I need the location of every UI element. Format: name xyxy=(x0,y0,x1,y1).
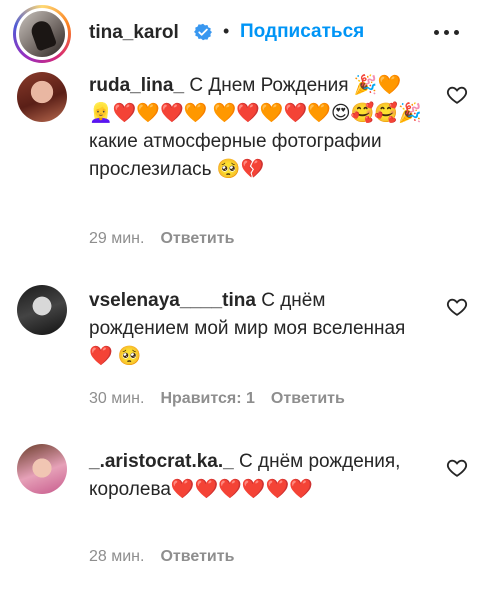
likes-count-button[interactable]: Нравится: 1 xyxy=(160,390,254,407)
commenter-avatar[interactable] xyxy=(17,285,67,335)
comment-body: ruda_lina_ С Днем Рождения 🎉🧡👱‍♀️❤️🧡❤️🧡 … xyxy=(89,72,424,184)
comment-time: 30 мин. xyxy=(89,390,145,407)
commenter-avatar[interactable] xyxy=(17,444,67,494)
comment-meta: 28 мин. Ответить xyxy=(89,548,250,566)
comment-author[interactable]: ruda_lina_ xyxy=(89,75,184,96)
comment-meta: 29 мин. Ответить xyxy=(89,230,250,248)
comment-body: _.aristocrat.ka._ С днём рождения, корол… xyxy=(89,448,424,504)
comment-author[interactable]: _.aristocrat.ka._ xyxy=(89,451,234,472)
follow-button[interactable]: Подписаться xyxy=(240,21,364,43)
commenter-avatar[interactable] xyxy=(17,72,67,122)
more-options-icon[interactable] xyxy=(431,26,461,40)
profile-photo xyxy=(16,8,68,60)
reply-button[interactable]: Ответить xyxy=(160,548,234,565)
reply-button[interactable]: Ответить xyxy=(160,230,234,247)
verified-badge-icon xyxy=(194,23,212,41)
header-separator: • xyxy=(223,21,230,41)
post-header: tina_karol • Подписаться xyxy=(0,0,480,70)
heart-outline-icon[interactable] xyxy=(446,84,468,106)
comment-time: 29 мин. xyxy=(89,230,145,247)
comment-author[interactable]: vselenaya____tina xyxy=(89,290,256,311)
comment-body: vselenaya____tina С днём рождением мой м… xyxy=(89,287,424,371)
reply-button[interactable]: Ответить xyxy=(271,390,345,407)
heart-outline-icon[interactable] xyxy=(446,457,468,479)
comment-time: 28 мин. xyxy=(89,548,145,565)
comment-meta: 30 мин. Нравится: 1 Ответить xyxy=(89,390,361,408)
heart-outline-icon[interactable] xyxy=(446,296,468,318)
profile-avatar[interactable] xyxy=(13,5,71,63)
header-username[interactable]: tina_karol xyxy=(89,22,179,44)
